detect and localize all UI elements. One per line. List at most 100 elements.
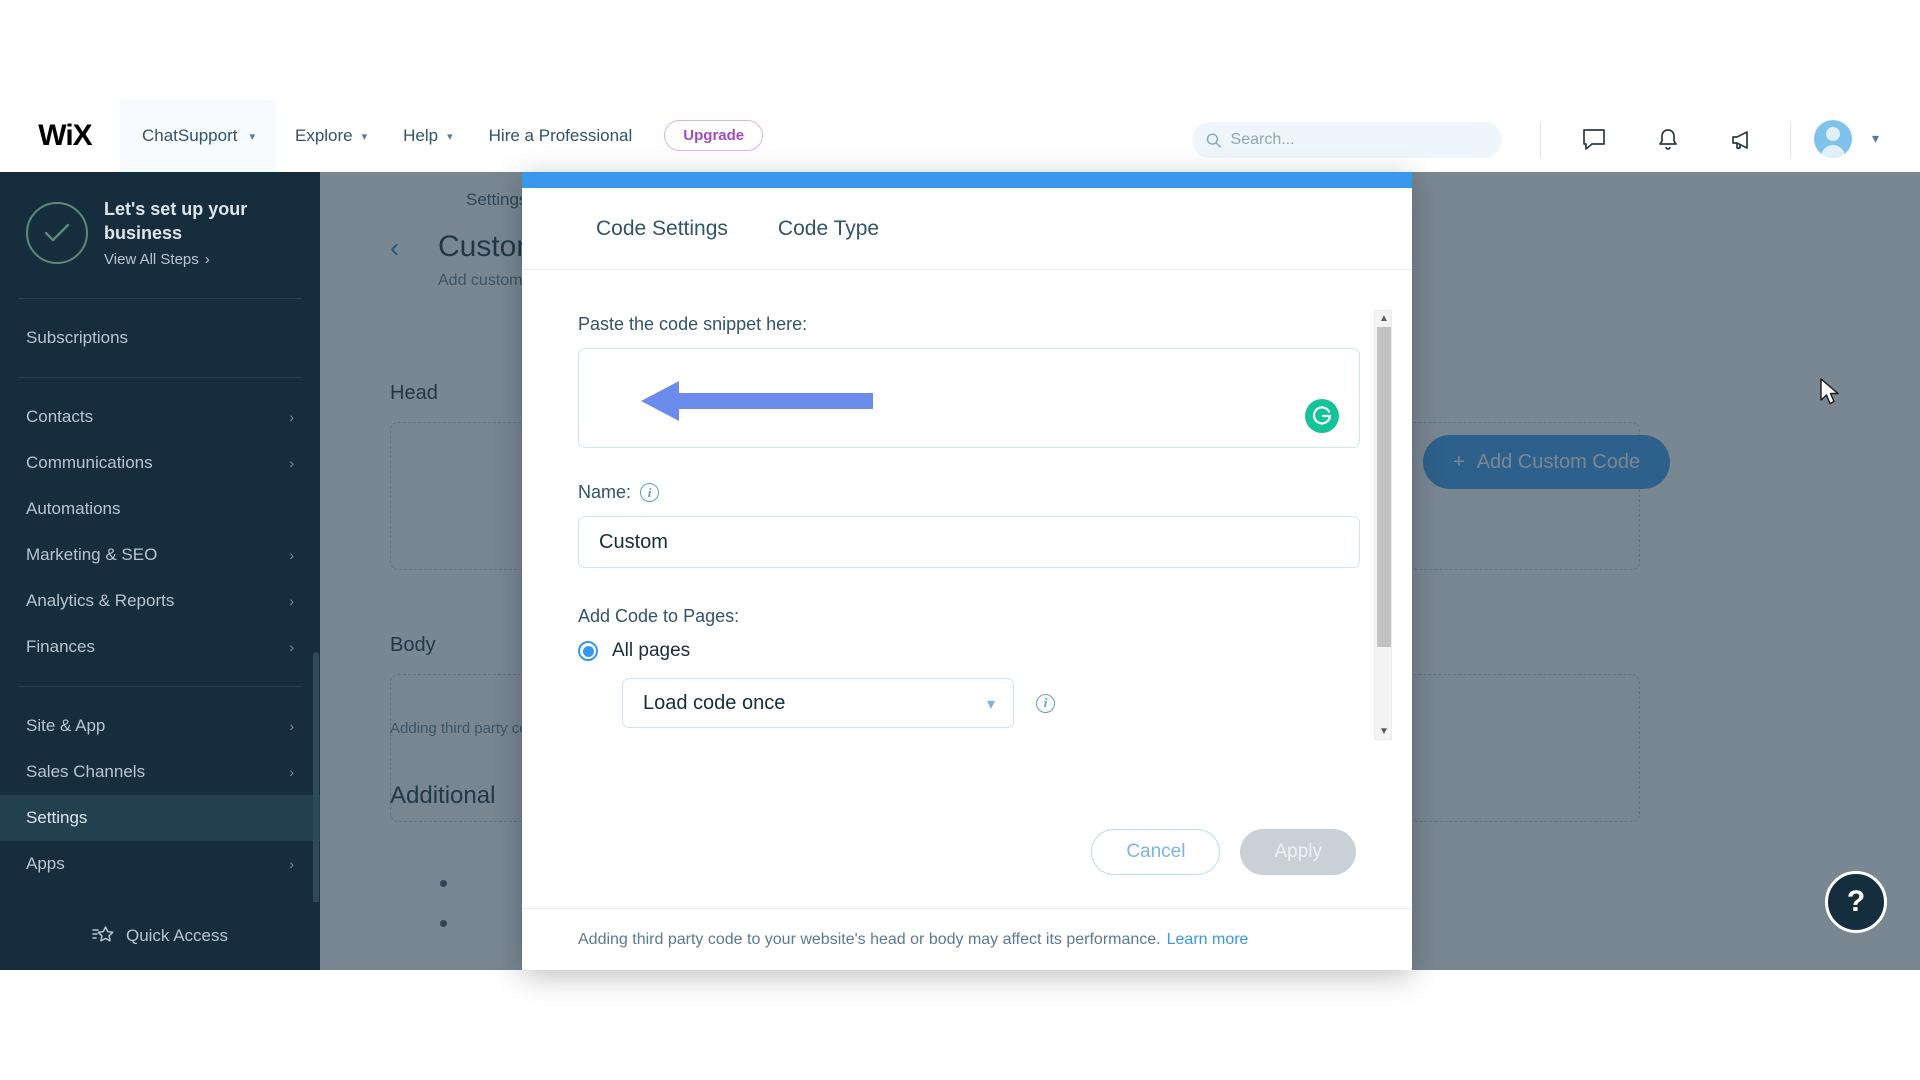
list-bullet xyxy=(440,920,447,927)
nav-item-hire-a-professional[interactable]: Hire a Professional xyxy=(471,100,651,172)
chevron-right-icon: › xyxy=(289,855,294,872)
radio-button-icon[interactable] xyxy=(578,641,598,661)
modal-content-scrollbar[interactable]: ▲ ▼ xyxy=(1374,310,1392,740)
sidebar-item-apps[interactable]: Apps › xyxy=(0,841,320,887)
sidebar-item-subscriptions[interactable]: Subscriptions xyxy=(0,315,320,361)
search-icon xyxy=(1206,132,1221,148)
add-custom-code-button[interactable]: + Add Custom Code xyxy=(1423,435,1671,489)
plus-icon: + xyxy=(1453,450,1465,473)
sidebar-group-2: Contacts › Communications › Automations … xyxy=(0,378,320,686)
add-custom-code-label: Add Custom Code xyxy=(1476,450,1641,473)
app-root: WiX ChatSupport ▾ Explore ▾ Help ▾ Hire … xyxy=(0,0,1920,1080)
modal-accent-bar xyxy=(522,172,1412,188)
upgrade-button[interactable]: Upgrade xyxy=(664,120,764,151)
code-settings-modal: Code Settings Code Type Paste the code s… xyxy=(522,172,1412,970)
quick-access-button[interactable]: Quick Access xyxy=(0,902,320,970)
sidebar-item-analytics-reports[interactable]: Analytics & Reports › xyxy=(0,578,320,624)
sidebar-item-finances[interactable]: Finances › xyxy=(0,624,320,670)
radio-selected-dot xyxy=(582,645,594,657)
sidebar-item-label: Subscriptions xyxy=(26,327,129,347)
learn-more-link[interactable]: Learn more xyxy=(1167,931,1249,949)
info-icon[interactable]: i xyxy=(1036,693,1055,713)
sidebar-item-communications[interactable]: Communications › xyxy=(0,440,320,486)
chevron-down-icon: ▾ xyxy=(249,131,255,143)
name-label: Name: i xyxy=(578,482,1340,503)
search-input[interactable] xyxy=(1230,131,1488,149)
wix-logo[interactable]: WiX xyxy=(24,119,106,153)
load-option-row: Load code once ▾ i xyxy=(622,678,1340,728)
code-snippet-textarea[interactable] xyxy=(578,348,1360,448)
chevron-down-icon: ▾ xyxy=(361,131,368,143)
tab-code-type[interactable]: Code Type xyxy=(778,217,879,241)
nav-label-help: Help xyxy=(403,125,439,145)
name-label-text: Name: xyxy=(578,482,632,502)
chevron-right-icon: › xyxy=(289,763,294,780)
site-selector[interactable]: ChatSupport ▾ xyxy=(120,99,277,172)
chevron-right-icon: › xyxy=(289,454,294,471)
chat-icon[interactable] xyxy=(1578,124,1610,156)
setup-business-card[interactable]: Let's set up your business View All Step… xyxy=(0,172,320,298)
sidebar-item-label: Communications xyxy=(26,452,153,472)
nav-item-help[interactable]: Help ▾ xyxy=(385,100,471,172)
disclaimer-text: Adding third party code to your website'… xyxy=(578,930,1161,948)
apply-button[interactable]: Apply xyxy=(1240,829,1356,875)
view-all-steps-label: View All Steps xyxy=(104,250,199,268)
tab-code-settings[interactable]: Code Settings xyxy=(596,217,728,241)
sidebar-item-marketing-seo[interactable]: Marketing & SEO › xyxy=(0,532,320,578)
help-button[interactable]: ? xyxy=(1825,871,1887,933)
name-input[interactable]: Custom xyxy=(578,516,1360,568)
sidebar-item-label: Automations xyxy=(26,498,121,518)
avatar-body xyxy=(1821,145,1845,158)
load-code-dropdown[interactable]: Load code once ▾ xyxy=(622,678,1014,728)
chevron-right-icon: › xyxy=(204,250,210,268)
sidebar-item-contacts[interactable]: Contacts › xyxy=(0,394,320,440)
sidebar-item-label: Apps xyxy=(26,853,65,873)
sidebar-item-label: Marketing & SEO xyxy=(26,544,158,564)
sidebar-item-settings[interactable]: Settings xyxy=(0,794,320,841)
snippet-label-text: Paste the code snippet here: xyxy=(578,314,808,334)
megaphone-icon[interactable] xyxy=(1726,124,1758,156)
mouse-cursor xyxy=(1820,378,1839,405)
scroll-down-arrow-icon[interactable]: ▼ xyxy=(1379,726,1389,737)
chevron-right-icon: › xyxy=(289,592,294,609)
header-divider xyxy=(1540,122,1541,158)
bell-icon[interactable] xyxy=(1652,124,1684,156)
sidebar-item-label: Site & App xyxy=(26,715,106,735)
setup-title: Let's set up your business xyxy=(104,199,248,243)
scroll-up-arrow-icon[interactable]: ▲ xyxy=(1379,313,1389,324)
name-input-value: Custom xyxy=(599,530,668,553)
sidebar-item-site-app[interactable]: Site & App › xyxy=(0,703,320,749)
sidebar-item-automations[interactable]: Automations xyxy=(0,486,320,532)
head-section-label: Head xyxy=(390,382,438,404)
modal-body: Paste the code snippet here: Name: i Cus… xyxy=(522,270,1412,796)
additional-title: Additional xyxy=(390,782,496,809)
view-all-steps-link[interactable]: View All Steps › xyxy=(104,251,298,268)
breadcrumb[interactable]: Settings xyxy=(466,190,527,210)
sidebar-item-sales-channels[interactable]: Sales Channels › xyxy=(0,749,320,795)
sidebar-item-label: Settings xyxy=(26,807,88,827)
back-chevron-icon[interactable]: ‹ xyxy=(390,232,399,264)
body-section-label: Body xyxy=(390,634,436,656)
list-bullet xyxy=(440,880,447,887)
avatar[interactable] xyxy=(1814,120,1852,158)
radio-all-pages[interactable]: All pages xyxy=(578,640,1340,662)
sidebar-item-label: Finances xyxy=(26,636,95,656)
modal-scrollbar-thumb[interactable] xyxy=(1377,327,1391,647)
load-code-value: Load code once xyxy=(643,691,786,714)
setup-text: Let's set up your business View All Step… xyxy=(104,198,298,268)
nav-label-explore: Explore xyxy=(294,125,353,145)
nav-item-explore[interactable]: Explore ▾ xyxy=(277,100,385,172)
chevron-down-icon: ▾ xyxy=(447,131,453,143)
quick-access-label: Quick Access xyxy=(125,926,229,945)
grammarly-icon[interactable] xyxy=(1305,399,1339,433)
radio-all-pages-label: All pages xyxy=(612,640,691,661)
chevron-right-icon: › xyxy=(289,408,294,425)
left-sidebar: Let's set up your business View All Step… xyxy=(0,172,320,970)
chevron-right-icon: › xyxy=(289,717,294,734)
search-box[interactable] xyxy=(1192,122,1502,158)
cancel-button[interactable]: Cancel xyxy=(1091,829,1221,875)
sidebar-item-label: Contacts xyxy=(26,406,94,426)
info-icon[interactable]: i xyxy=(640,483,660,502)
chevron-down-icon[interactable]: ▾ xyxy=(1872,130,1879,147)
sidebar-item-label: Analytics & Reports xyxy=(26,590,175,610)
